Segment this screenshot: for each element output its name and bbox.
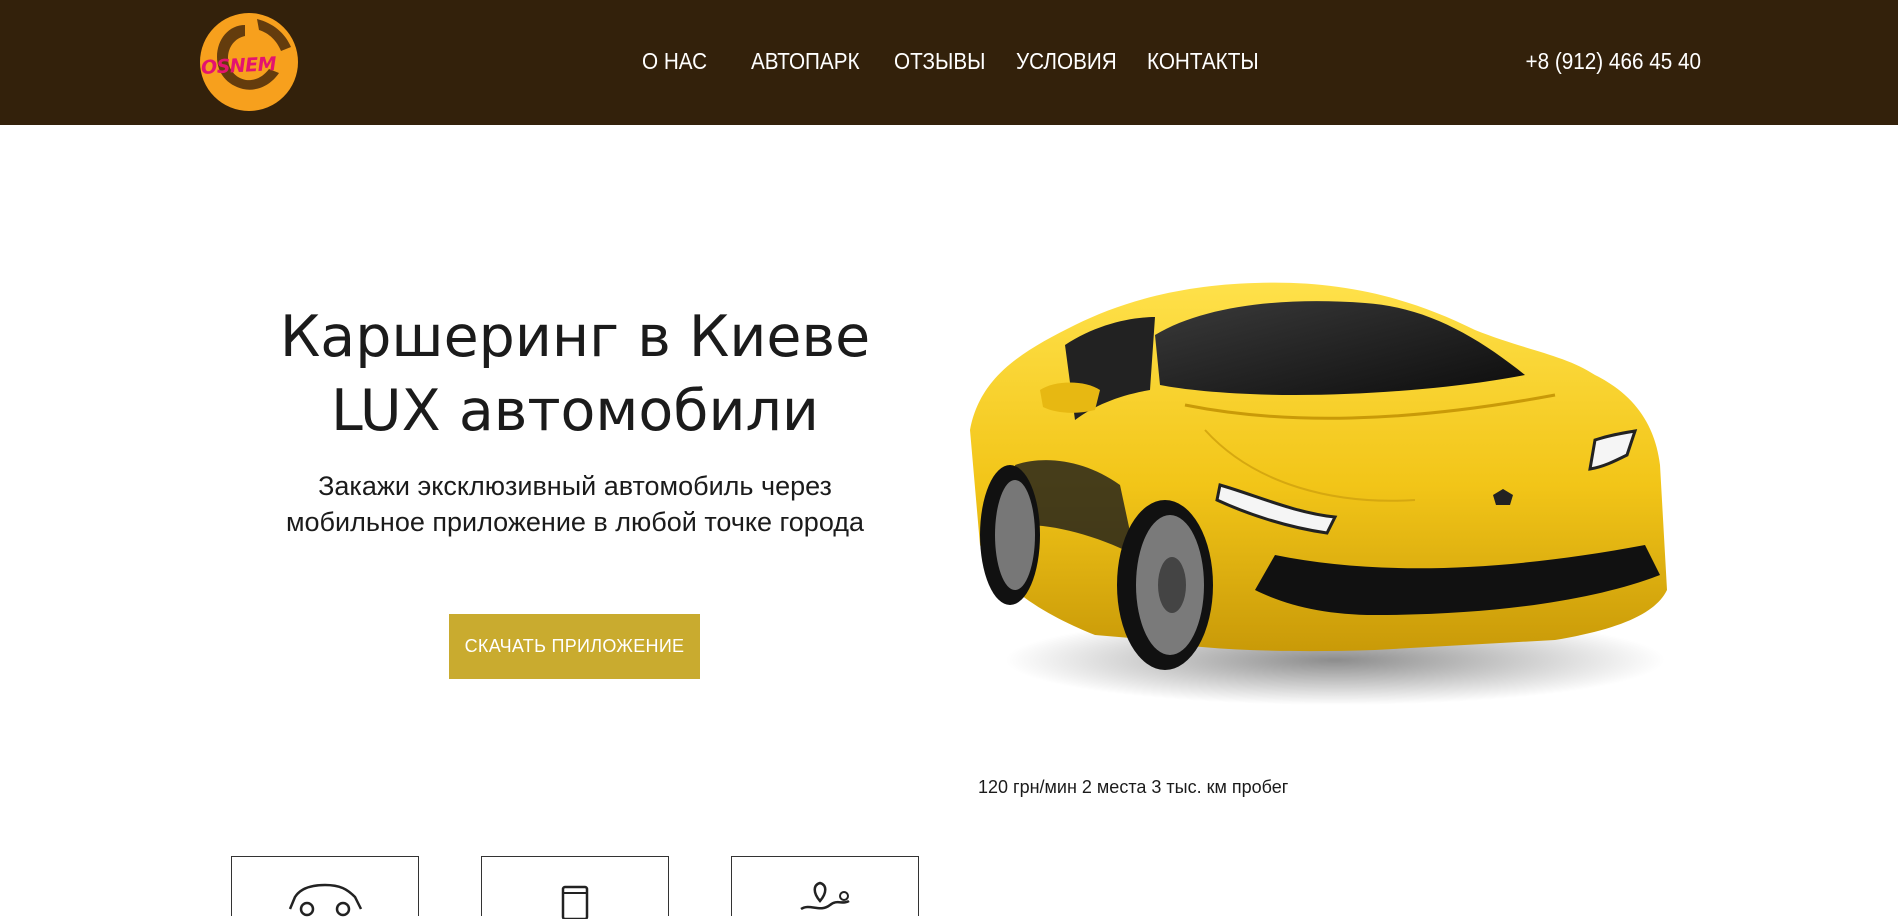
- feature-card-route: [731, 856, 919, 916]
- hero-title: Каршеринг в Киеве LUX автомобили: [230, 300, 920, 448]
- car-image: [955, 255, 1695, 715]
- yellow-sports-car-icon: [970, 282, 1667, 705]
- feature-card-phone: [481, 856, 669, 919]
- nav-item-contacts[interactable]: КОНТАКТЫ: [1147, 46, 1259, 76]
- hero-subtitle-line-1: Закажи эксклюзивный автомобиль через: [318, 471, 832, 501]
- site-header: OSNEM О НАС АВТОПАРК ОТЗЫВЫ УСЛОВИЯ КОНТ…: [0, 0, 1898, 125]
- phone-link[interactable]: +8 (912) 466 45 40: [1525, 46, 1701, 76]
- nav-item-reviews[interactable]: ОТЗЫВЫ: [894, 46, 1004, 76]
- car-icon: [288, 883, 363, 917]
- nav-item-fleet[interactable]: АВТОПАРК: [751, 46, 880, 76]
- hero-title-line-2: LUX автомобили: [331, 378, 819, 444]
- logo-text: OSNEM: [200, 53, 277, 79]
- hero-subtitle: Закажи эксклюзивный автомобиль через моб…: [230, 468, 920, 540]
- hero-subtitle-line-2: мобильное приложение в любой точке город…: [285, 507, 865, 537]
- main-nav: О НАС АВТОПАРК ОТЗЫВЫ УСЛОВИЯ КОНТАКТЫ: [642, 46, 1259, 76]
- phone-icon: [561, 885, 589, 919]
- map-route-icon: [800, 881, 850, 911]
- nav-item-terms[interactable]: УСЛОВИЯ: [1016, 46, 1134, 76]
- logo[interactable]: OSNEM: [199, 11, 300, 112]
- nav-item-about[interactable]: О НАС: [642, 46, 740, 76]
- download-app-button[interactable]: СКАЧАТЬ ПРИЛОЖЕНИЕ: [449, 614, 700, 679]
- feature-card-car: [231, 856, 419, 917]
- car-specs: 120 грн/мин 2 места 3 тыс. км пробег: [978, 777, 1289, 797]
- hero-title-line-1: Каршеринг в Киеве: [279, 304, 871, 370]
